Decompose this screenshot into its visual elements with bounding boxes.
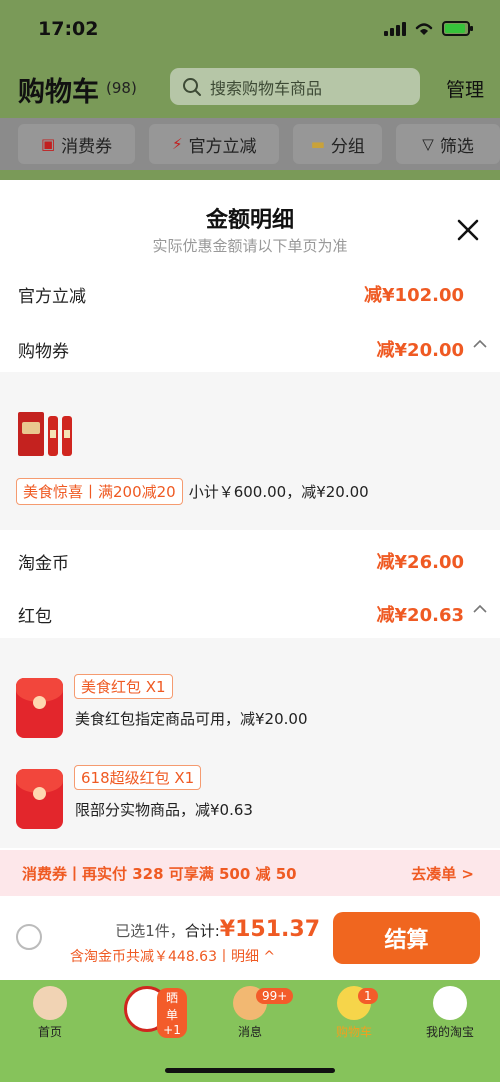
coupon-summary-line: 美食惊喜丨满200减20 小计￥600.00，减¥20.00 — [16, 478, 369, 505]
tab-cart[interactable]: 购物车 1 — [314, 986, 394, 1046]
filter-group-chip[interactable]: ▬ 分组 — [293, 124, 383, 164]
filter-row: ▣ 消费券 ⚡ 官方立减 ▬ 分组 ▽ 筛选 — [0, 118, 500, 170]
envelope-coin — [33, 787, 46, 800]
coupon-tag: 美食惊喜丨满200减20 — [16, 478, 183, 505]
wifi-icon — [415, 23, 433, 35]
selection-summary: 已选1件，合计:¥151.37 — [115, 917, 320, 942]
row-label: 购物券 — [18, 342, 69, 362]
chevron-up-icon — [473, 339, 487, 348]
official-discount-row: 官方立减 减¥102.00 — [0, 270, 500, 316]
filter-label: 消费券 — [61, 136, 113, 157]
tab-label: 首页 — [37, 1025, 62, 1039]
taojinbi-row: 淘金币 减¥26.00 — [0, 537, 500, 583]
row-label: 官方立减 — [18, 287, 86, 307]
tab-badge: 99+ — [256, 988, 294, 1004]
filter-label: 筛选 — [439, 136, 474, 157]
voucher-bar[interactable]: 消费券丨再实付 328 可享满 500 减 50 去凑单 > — [0, 850, 500, 896]
coupon-row[interactable]: 购物券 减¥20.00 — [0, 325, 500, 371]
discount-detail-link[interactable]: 含淘金币共减￥448.63丨明细 ^ — [70, 946, 275, 966]
filter-filter-chip[interactable]: ▽ 筛选 — [396, 124, 500, 164]
envelope-coin — [33, 696, 46, 709]
profile-icon — [433, 986, 467, 1020]
row-value: 减¥20.63 — [376, 605, 464, 626]
hongbao-item: 美食红包 X1 美食红包指定商品可用，减¥20.00 — [0, 670, 500, 750]
filter-icon: ▽ — [422, 135, 434, 153]
total-label: 合计: — [184, 922, 220, 940]
row-label: 红包 — [18, 607, 52, 627]
tab-label: 我的淘宝 — [425, 1025, 474, 1039]
status-time: 17:02 — [38, 18, 99, 40]
page-title: 购物车 — [18, 77, 99, 108]
search-icon — [183, 77, 201, 96]
row-value: 减¥102.00 — [364, 285, 464, 306]
chevron-up-icon — [473, 604, 487, 613]
select-all-radio[interactable] — [16, 924, 42, 950]
home-icon — [33, 986, 67, 1020]
close-icon[interactable] — [454, 216, 482, 244]
home-indicator — [165, 1068, 335, 1073]
filter-voucher-chip[interactable]: ▣ 消费券 — [18, 124, 136, 164]
coupon-summary: 小计￥600.00，减¥20.00 — [188, 483, 369, 501]
product-thumbnail — [18, 412, 72, 456]
status-bar: 17:02 — [0, 0, 500, 56]
hongbao-row[interactable]: 红包 减¥20.63 — [0, 590, 500, 636]
cart-count: (98) — [106, 79, 137, 97]
row-value: 减¥20.00 — [376, 340, 464, 361]
checkout-bar: 已选1件，合计:¥151.37 含淘金币共减￥448.63丨明细 ^ 结算 — [0, 898, 500, 980]
coupon-detail-panel: 美食惊喜丨满200减20 小计￥600.00，减¥20.00 — [0, 372, 500, 530]
tab-messages[interactable]: 消息 99+ — [210, 986, 294, 1046]
row-label: 淘金币 — [18, 554, 69, 574]
battery-icon — [442, 20, 473, 36]
search-placeholder: 搜索购物车商品 — [210, 78, 323, 98]
hongbao-desc: 限部分实物商品，减¥0.63 — [75, 801, 253, 819]
filter-label: 分组 — [330, 136, 365, 157]
voucher-info: 消费券丨再实付 328 可享满 500 减 50 — [22, 865, 297, 883]
amount-detail-sheet: 金额明细 实际优惠金额请以下单页为准 官方立减 减¥102.00 购物券 减¥2… — [0, 180, 500, 980]
row-value: 减¥26.00 — [376, 552, 464, 573]
checkout-button[interactable]: 结算 — [333, 912, 480, 964]
hongbao-tag: 美食红包 X1 — [74, 674, 173, 699]
add-items-link[interactable]: 去凑单 > — [411, 863, 474, 884]
tab-label: 购物车 — [335, 1025, 372, 1039]
filter-label: 官方立减 — [188, 136, 257, 157]
signal-icon — [384, 20, 406, 36]
folder-icon: ▬ — [310, 135, 325, 153]
tab-bar: 首页 晒单+1 消息 99+ 购物车 1 我的淘宝 — [0, 980, 500, 1082]
selected-count: 已选1件， — [115, 922, 185, 940]
lightning-icon: ⚡ — [172, 135, 183, 153]
tab-badge: 1 — [358, 988, 378, 1004]
sheet-subtitle: 实际优惠金额请以下单页为准 — [152, 237, 348, 255]
filter-official-discount-chip[interactable]: ⚡ 官方立减 — [149, 124, 280, 164]
total-amount: ¥151.37 — [219, 917, 320, 942]
tab-label: 消息 — [237, 1025, 262, 1039]
tab-badge: 晒单+1 — [157, 988, 187, 1038]
hongbao-desc: 美食红包指定商品可用，减¥20.00 — [75, 710, 308, 728]
manage-button[interactable]: 管理 — [446, 75, 484, 102]
hongbao-tag: 618超级红包 X1 — [74, 765, 202, 790]
status-icons — [384, 20, 473, 36]
sheet-title: 金额明细 — [205, 208, 294, 233]
hongbao-item: 618超级红包 X1 限部分实物商品，减¥0.63 — [0, 761, 500, 841]
hongbao-detail-panel: 美食红包 X1 美食红包指定商品可用，减¥20.00 618超级红包 X1 限部… — [0, 638, 500, 848]
tab-product[interactable]: 晒单+1 — [107, 986, 187, 1046]
tab-profile[interactable]: 我的淘宝 — [410, 986, 490, 1046]
ticket-icon: ▣ — [40, 135, 56, 153]
tab-home[interactable]: 首页 — [10, 986, 90, 1046]
search-input[interactable]: 搜索购物车商品 — [170, 68, 420, 105]
